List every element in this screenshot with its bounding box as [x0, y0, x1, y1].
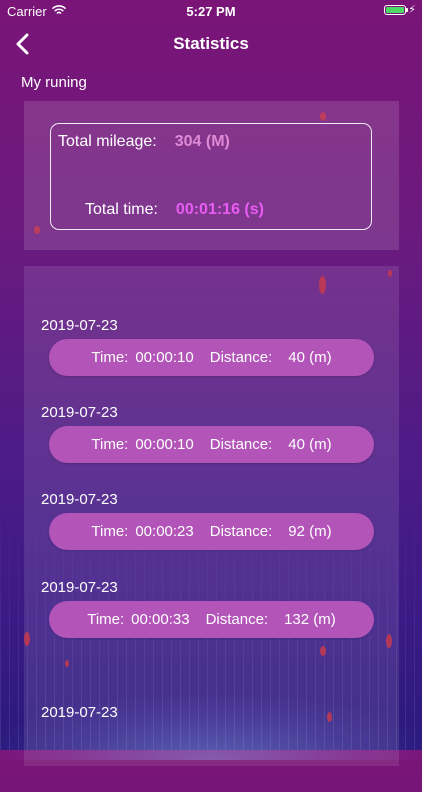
record-distance-value: 40 (m) [288, 436, 332, 453]
record-summary-pill[interactable]: Time: 00:00:23 Distance: 92 (m) [49, 513, 374, 550]
record-distance-label: Distance: [205, 611, 269, 628]
record-time-label: Time: [91, 436, 129, 453]
summary-panel: Total mileage: 304 (M) Total time: 00:01:1… [24, 101, 399, 250]
record-summary-pill[interactable]: Time: 00:00:10 Distance: 40 (m) [49, 339, 374, 376]
battery-full-icon [384, 5, 408, 15]
record-time-label: Time: [87, 611, 125, 628]
summary-box: Total mileage: 304 (M) Total time: 00:01:1… [50, 123, 372, 230]
record-time-value: 00:00:33 [131, 611, 190, 628]
list-item: 2019-07-23 [24, 704, 399, 792]
record-time-label: Time: [91, 523, 129, 540]
total-time-label: Total time: [85, 201, 158, 218]
total-mileage-value: 304 (M) [174, 133, 230, 150]
list-item: 2019-07-23 Time: 00:00:33 Distance: 132 … [24, 579, 399, 667]
record-distance-label: Distance: [209, 436, 273, 453]
record-time-label: Time: [91, 349, 129, 366]
record-date: 2019-07-23 [41, 704, 118, 721]
record-distance-label: Distance: [209, 349, 273, 366]
list-item: 2019-07-23 Time: 00:00:10 Distance: 40 (… [24, 317, 399, 405]
record-distance-value: 132 (m) [284, 611, 336, 628]
charging-bolt-icon: ⚡ [408, 4, 416, 16]
total-mileage-label: Total mileage: [58, 133, 157, 150]
record-date: 2019-07-23 [41, 579, 118, 596]
total-time-row: Total time: 00:01:16 (s) [85, 201, 264, 219]
total-time-value: 00:01:16 (s) [175, 201, 264, 218]
status-time: 5:27 PM [186, 4, 236, 19]
record-date: 2019-07-23 [41, 317, 118, 334]
record-distance-value: 40 (m) [288, 349, 332, 366]
record-summary-pill[interactable]: Time: 00:00:10 Distance: 40 (m) [49, 426, 374, 463]
run-history-list[interactable]: 2019-07-23 Time: 00:00:10 Distance: 40 (… [24, 266, 399, 766]
record-date: 2019-07-23 [41, 404, 118, 421]
page-title: Statistics [173, 34, 249, 53]
record-time-value: 00:00:10 [135, 436, 194, 453]
record-summary-pill[interactable]: Time: 00:00:33 Distance: 132 (m) [49, 601, 374, 638]
record-time-value: 00:00:10 [135, 349, 194, 366]
record-time-value: 00:00:23 [135, 523, 194, 540]
status-bar: Carrier 5:27 PM ⚡ [0, 0, 422, 22]
total-mileage-row: Total mileage: 304 (M) [58, 133, 230, 151]
record-date: 2019-07-23 [41, 491, 118, 508]
record-distance-label: Distance: [209, 523, 273, 540]
list-item: 2019-07-23 Time: 00:00:23 Distance: 92 (… [24, 491, 399, 579]
navigation-bar: Statistics [0, 22, 422, 66]
record-distance-value: 92 (m) [288, 523, 332, 540]
section-label: My runing [21, 74, 87, 91]
list-item: 2019-07-23 Time: 00:00:10 Distance: 40 (… [24, 404, 399, 492]
